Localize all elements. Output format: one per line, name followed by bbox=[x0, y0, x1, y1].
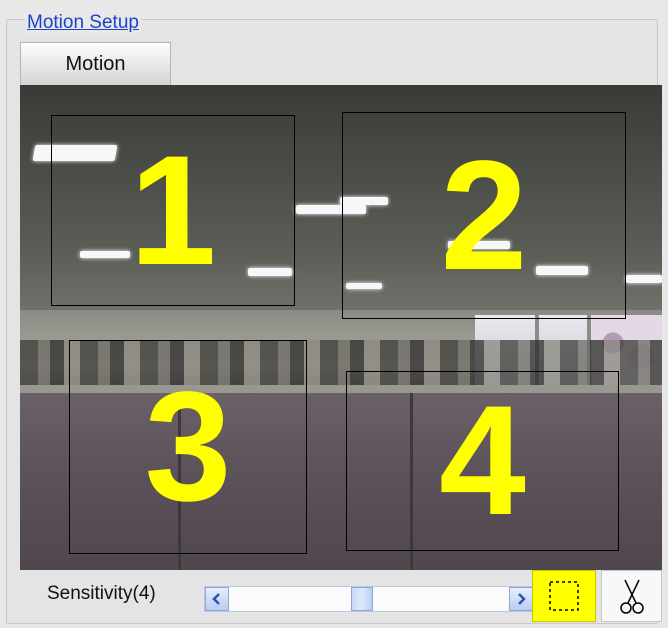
slider-thumb[interactable] bbox=[351, 587, 373, 611]
chevron-right-icon[interactable] bbox=[509, 587, 533, 611]
zone-number: 2 bbox=[440, 128, 528, 303]
camera-view[interactable]: 1 2 3 4 bbox=[20, 85, 662, 570]
motion-toolbar: Sensitivity(4) bbox=[20, 570, 662, 622]
chevron-left-icon[interactable] bbox=[205, 587, 229, 611]
panel-title: Motion Setup bbox=[25, 12, 141, 34]
motion-zone-4[interactable]: 4 bbox=[346, 371, 619, 551]
ceiling-light bbox=[626, 275, 662, 283]
tab-motion-label: Motion bbox=[65, 52, 126, 75]
tab-motion[interactable]: Motion bbox=[20, 42, 171, 85]
sensitivity-slider[interactable] bbox=[204, 586, 534, 612]
select-area-button[interactable] bbox=[532, 570, 596, 622]
motion-zone-2[interactable]: 2 bbox=[342, 112, 626, 319]
sensitivity-label: Sensitivity(4) bbox=[47, 583, 156, 604]
zone-number: 1 bbox=[129, 123, 217, 298]
cut-button[interactable] bbox=[601, 570, 662, 622]
zone-number: 3 bbox=[144, 360, 232, 534]
motion-zone-1[interactable]: 1 bbox=[51, 115, 295, 306]
zone-number: 4 bbox=[439, 374, 526, 548]
motion-zone-3[interactable]: 3 bbox=[69, 340, 307, 554]
scissors-icon bbox=[619, 579, 644, 614]
dashed-rectangle-icon bbox=[549, 581, 579, 611]
